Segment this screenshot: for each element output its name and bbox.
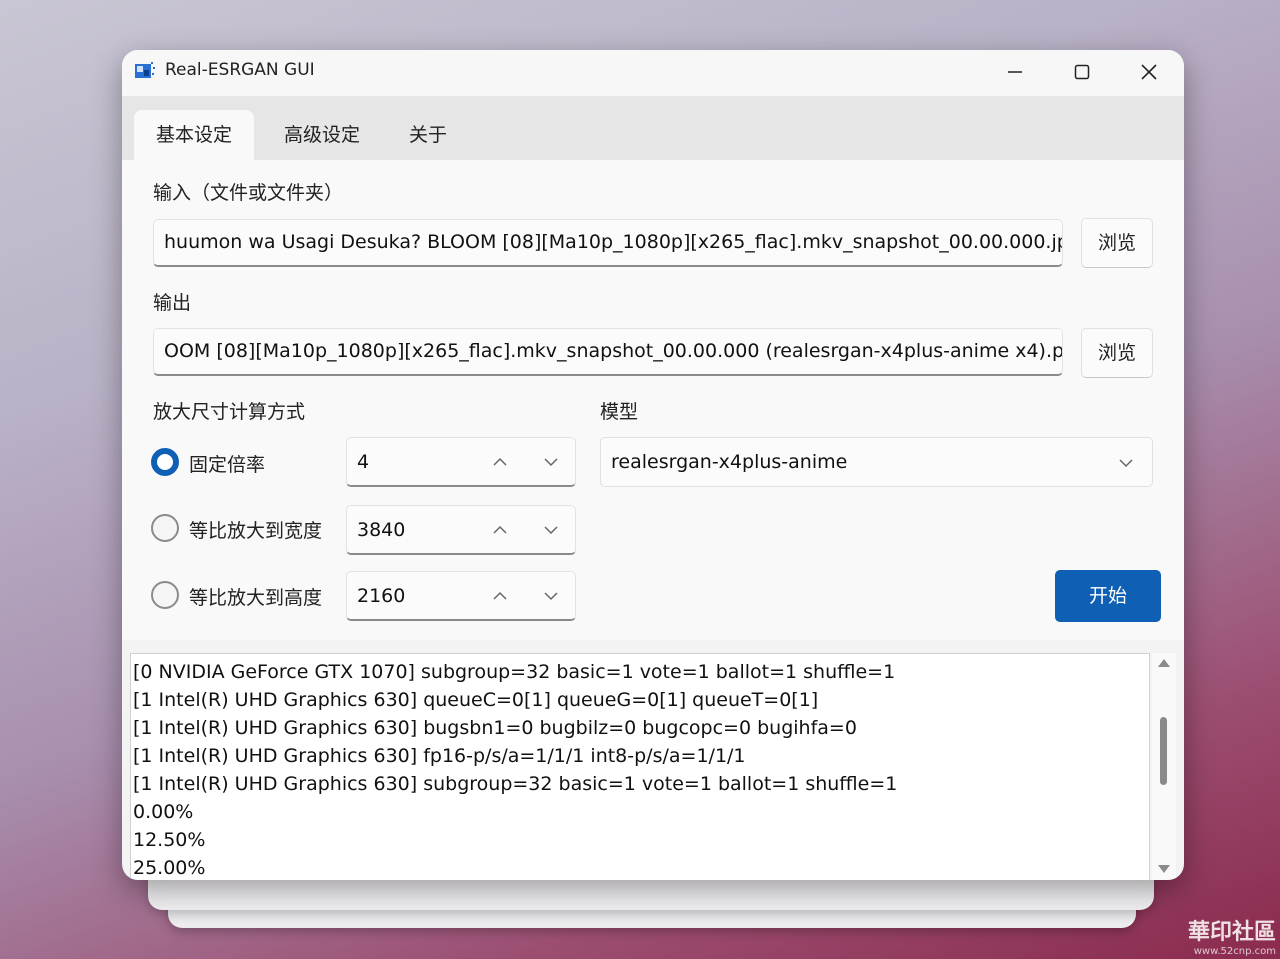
height-spinner[interactable]: 2160 [346,571,576,621]
window-title: Real-ESRGAN GUI [165,60,315,80]
log-line: [1 Intel(R) UHD Graphics 630] queueC=0[1… [133,689,819,711]
chevron-down-icon[interactable] [539,518,563,542]
model-dropdown[interactable]: realesrgan-x4plus-anime [600,437,1153,487]
chevron-up-icon[interactable] [488,450,512,474]
chevron-up-icon[interactable] [488,518,512,542]
radio-fixed-ratio[interactable] [151,448,179,476]
scrollbar-thumb[interactable] [1160,717,1167,785]
model-dropdown-value: realesrgan-x4plus-anime [611,451,848,473]
title-bar[interactable]: Real-ESRGAN GUI [122,50,1184,96]
watermark: 華印社區 www.52cnp.com [1188,914,1276,957]
height-spinner-value: 2160 [357,585,406,607]
scroll-up-arrow-icon[interactable] [1158,659,1170,667]
chevron-down-icon [1114,451,1138,475]
scroll-down-arrow-icon[interactable] [1158,865,1170,873]
chevron-down-icon[interactable] [539,450,563,474]
log-line: [0 NVIDIA GeForce GTX 1070] subgroup=32 … [133,661,896,683]
app-window: Real-ESRGAN GUI 基本设定 高级设定 关于 输入（文件或文件夹） … [122,50,1184,880]
log-line: [1 Intel(R) UHD Graphics 630] fp16-p/s/a… [133,745,746,767]
output-path-field[interactable]: OOM [08][Ma10p_1080p][x265_flac].mkv_sna… [153,328,1063,376]
model-label: 模型 [600,401,639,423]
tab-basic-settings[interactable]: 基本设定 [134,110,254,160]
radio-fit-width-label: 等比放大到宽度 [189,520,323,542]
basic-settings-panel: 输入（文件或文件夹） huumon wa Usagi Desuka? BLOOM… [122,160,1184,640]
width-spinner[interactable]: 3840 [346,505,576,555]
start-button[interactable]: 开始 [1055,570,1161,622]
log-line: 25.00% [133,857,206,879]
ratio-spinner-value: 4 [357,451,370,473]
input-label: 输入（文件或文件夹） [153,182,344,204]
tab-about[interactable]: 关于 [390,110,466,160]
radio-fit-width[interactable] [151,514,179,542]
watermark-url: www.52cnp.com [1193,946,1276,957]
input-path-field[interactable]: huumon wa Usagi Desuka? BLOOM [08][Ma10p… [153,219,1063,267]
log-line: [1 Intel(R) UHD Graphics 630] bugsbn1=0 … [133,717,857,739]
close-button[interactable] [1118,54,1180,90]
chevron-up-icon[interactable] [488,584,512,608]
log-line: 0.00% [133,801,194,823]
output-browse-button[interactable]: 浏览 [1081,328,1153,378]
scale-method-label: 放大尺寸计算方式 [153,401,306,423]
log-line: [1 Intel(R) UHD Graphics 630] subgroup=3… [133,773,898,795]
minimize-icon [1008,71,1022,73]
tab-strip: 基本设定 高级设定 关于 [122,96,1184,160]
close-icon [1141,64,1157,80]
radio-fixed-ratio-label: 固定倍率 [189,454,266,476]
tab-advanced-settings[interactable]: 高级设定 [262,110,382,160]
watermark-title: 華印社區 [1187,919,1276,945]
output-label: 输出 [153,292,192,314]
app-icon [135,62,155,78]
log-line: 12.50% [133,829,206,851]
ratio-spinner[interactable]: 4 [346,437,576,487]
chevron-down-icon[interactable] [539,584,563,608]
minimize-button[interactable] [984,54,1046,90]
maximize-button[interactable] [1051,54,1113,90]
radio-fit-height-label: 等比放大到高度 [189,587,323,609]
radio-fit-height[interactable] [151,581,179,609]
width-spinner-value: 3840 [357,519,406,541]
maximize-icon [1074,64,1090,80]
input-browse-button[interactable]: 浏览 [1081,218,1153,268]
log-scrollbar[interactable] [1152,653,1176,880]
log-output[interactable]: [0 NVIDIA GeForce GTX 1070] subgroup=32 … [130,653,1150,880]
